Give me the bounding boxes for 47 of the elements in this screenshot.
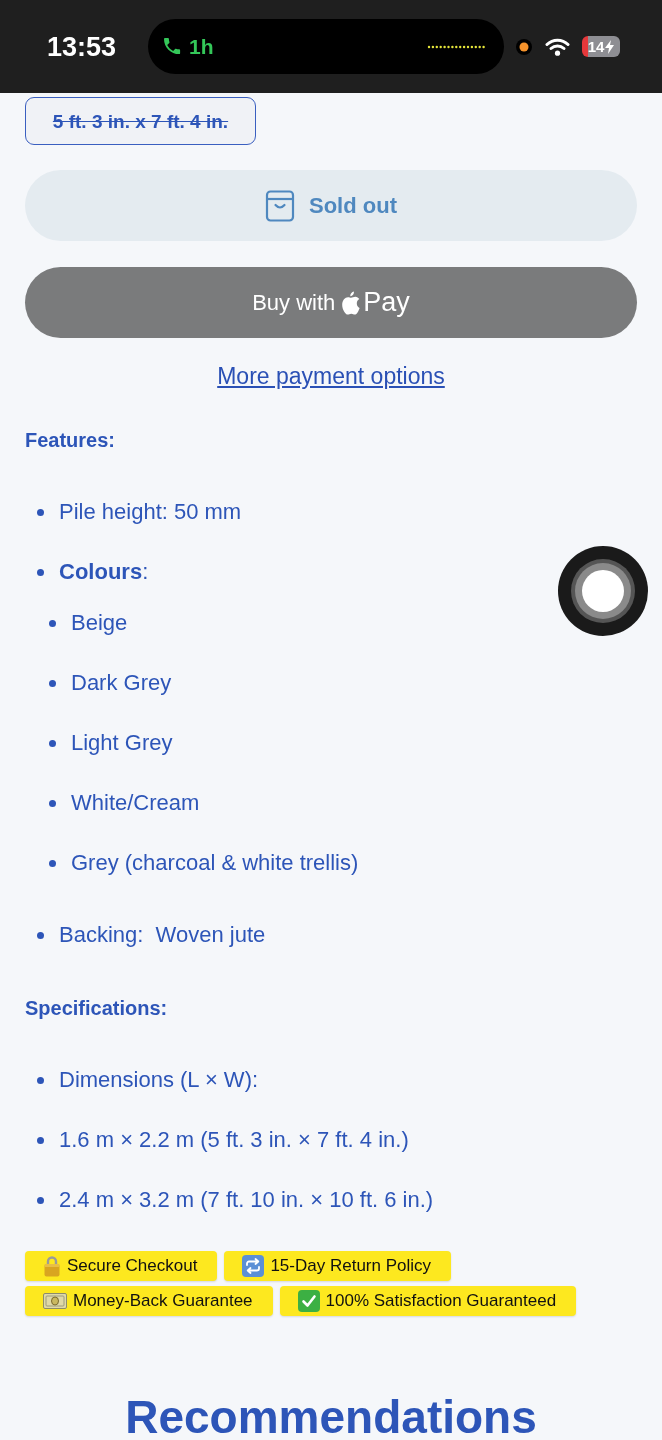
list-item-text: Light Grey [71,729,173,757]
list-item-text: 2.4 m × 3.2 m (7 ft. 10 in. × 10 ft. 6 in.) [59,1186,434,1214]
more-payment-options-link[interactable]: More payment options [217,363,445,389]
badge-text: 15-Day Return Policy [270,1255,432,1278]
bullet-icon [49,619,56,627]
bullet-icon [49,739,56,747]
section-heading: Features: [25,428,117,453]
list-item-text: Dark Grey [71,669,172,697]
battery-percentage: 14 [587,38,605,55]
call-duration: 1h [189,34,214,59]
apple-icon [341,290,362,315]
phone-icon [164,37,181,56]
list-item-text: Backing: Woven jute [59,921,266,949]
bullet-icon [49,799,56,807]
status-dot-icon [516,38,532,55]
bolt-icon [605,39,615,54]
bullet-icon [37,931,44,939]
assistive-touch-button[interactable] [558,546,648,636]
buy-with-pay-button[interactable]: Buy with Pay [25,267,637,338]
section-heading: Specifications: [25,996,169,1021]
lock-icon [43,1255,61,1277]
banknote-icon [43,1293,67,1309]
badge-text: Secure Checkout [67,1255,198,1278]
section-heading: Recommendations [124,1394,538,1440]
bullet-icon [37,1076,44,1084]
badge-text: Money-Back Guarantee [73,1290,253,1313]
list-item-text: Pile height: 50 mm [59,498,242,526]
list-item-text: Dimensions (L × W): [59,1066,259,1094]
bullet-icon [37,568,44,576]
bullet-icon [49,859,56,867]
bullet-icon [37,508,44,516]
bullet-icon [37,1196,44,1204]
dotted-line-icon [427,44,485,49]
list-item-text: Beige [71,609,128,637]
check-icon [297,1290,320,1312]
bullet-icon [37,1136,44,1144]
size-option[interactable]: 5 ft. 3 in. x 7 ft. 4 in. [25,97,256,145]
list-item-text: White/Cream [71,789,200,817]
list-item-text: 1.6 m × 2.2 m (5 ft. 3 in. × 7 ft. 4 in.) [59,1126,409,1154]
wifi-icon [545,37,570,56]
list-item-text: Colours: [59,558,149,586]
shopping-bag-icon [265,189,295,222]
list-item-text: Grey (charcoal & white trellis) [71,849,359,877]
bullet-icon [49,679,56,687]
badge-text: 100% Satisfaction Guaranteed [325,1290,557,1313]
clock-time: 13:53 [47,31,118,62]
repeat-icon [242,1255,265,1277]
